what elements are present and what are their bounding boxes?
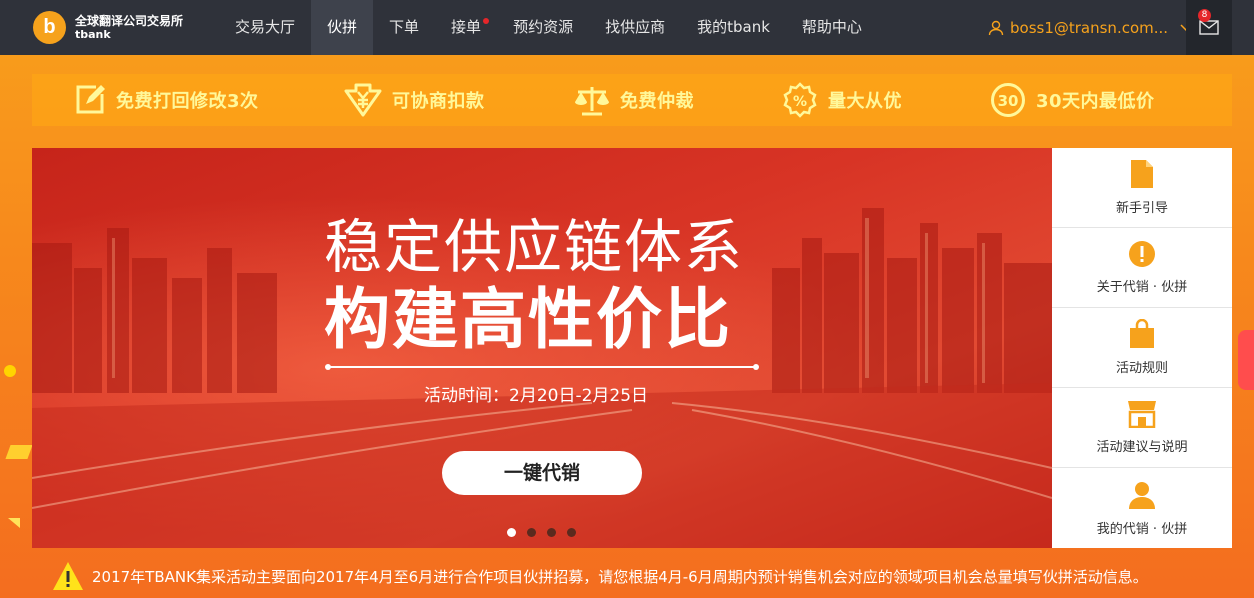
svg-text:%: % [793, 94, 807, 110]
yen-download-icon [344, 83, 382, 117]
confetti-decoration [5, 445, 33, 459]
notice-bar: 2017年TBANK集采活动主要面向2017年4月至6月进行合作项目伙拼招募，请… [52, 561, 1148, 591]
feature-label: 免费打回修改3次 [116, 91, 259, 112]
confetti-decoration [4, 365, 16, 377]
feature-label: 可协商扣款 [392, 91, 485, 112]
mail-button[interactable]: 8 [1186, 0, 1232, 55]
banner-subtitle: 构建高性价比 [324, 281, 732, 358]
feature-negotiable-deduction: 可协商扣款 [344, 82, 485, 118]
banner-divider [325, 364, 759, 370]
feature-free-arbitration: 免费仲裁 [574, 82, 694, 118]
notification-dot [483, 18, 490, 24]
features-strip: 免费打回修改3次 可协商扣款 免费仲裁 % 量大从优 30 30天内最低价 [32, 74, 1232, 126]
user-icon [1129, 481, 1155, 509]
banner-activity-time: 活动时间：2月20日-2月25日 [424, 386, 649, 406]
nav-item-help-center[interactable]: 帮助中心 [786, 0, 878, 55]
side-item-about[interactable]: 关于代销 · 伙拼 [1052, 228, 1232, 308]
logo-name-cn: 全球翻译公司交易所 [75, 13, 184, 28]
feature-free-revisions: 免费打回修改3次 [74, 82, 259, 118]
carousel-dots [507, 528, 587, 537]
main-nav: 交易大厅 伙拼 下单 接单 预约资源 找供应商 我的tbank 帮助中心 [219, 0, 878, 55]
notice-text: 2017年TBANK集采活动主要面向2017年4月至6月进行合作项目伙拼招募，请… [92, 567, 1148, 586]
nav-item-reserve-resources[interactable]: 预约资源 [497, 0, 589, 55]
nav-item-trading-hall[interactable]: 交易大厅 [219, 0, 311, 55]
feature-label: 量大从优 [828, 91, 902, 112]
percent-badge-icon: % [783, 82, 817, 118]
carousel-dot[interactable] [567, 528, 576, 537]
scale-icon [575, 87, 609, 116]
user-menu[interactable]: boss1@transn.com... [988, 0, 1200, 55]
nav-item-group-buy[interactable]: 伙拼 [311, 0, 374, 55]
logo[interactable]: b 全球翻译公司交易所 tbank [33, 11, 183, 44]
feature-lowest-price: 30 30天内最低价 [990, 82, 1155, 118]
nav-item-place-order[interactable]: 下单 [373, 0, 435, 55]
hero-banner: 稳定供应链体系 构建高性价比 活动时间：2月20日-2月25日 一键代销 [32, 148, 1052, 548]
edit-icon [76, 85, 105, 114]
storefront-icon [1128, 401, 1156, 428]
side-item-my-consignment[interactable]: 我的代销 · 伙拼 [1052, 468, 1232, 548]
side-item-rules[interactable]: 活动规则 [1052, 308, 1232, 388]
exclamation-circle-icon [1129, 241, 1155, 267]
feature-label: 30天内最低价 [1036, 91, 1155, 112]
document-icon [1131, 160, 1153, 188]
side-item-suggestions[interactable]: 活动建议与说明 [1052, 388, 1232, 468]
nav-item-my-tbank[interactable]: 我的tbank [681, 0, 786, 55]
thirty-circle-icon: 30 [991, 83, 1025, 117]
confetti-decoration [8, 518, 20, 528]
feature-label: 免费仲裁 [620, 91, 694, 112]
user-icon [988, 20, 1004, 35]
feature-volume-discount: % 量大从优 [782, 82, 902, 118]
side-item-beginner-guide[interactable]: 新手引导 [1052, 148, 1232, 228]
carousel-dot[interactable] [527, 528, 536, 537]
top-navbar: b 全球翻译公司交易所 tbank 交易大厅 伙拼 下单 接单 预约资源 找供应… [0, 0, 1254, 55]
logo-mark: b [33, 11, 66, 44]
confetti-decoration [1238, 330, 1254, 390]
nav-item-take-order[interactable]: 接单 [435, 0, 497, 55]
envelope-icon [1199, 20, 1219, 35]
side-menu: 新手引导 关于代销 · 伙拼 活动规则 活动建议与说明 我的代销 · 伙拼 [1052, 148, 1232, 548]
shopping-bag-icon [1130, 319, 1154, 348]
carousel-dot[interactable] [547, 528, 556, 537]
logo-name-en: tbank [75, 27, 111, 41]
nav-item-find-suppliers[interactable]: 找供应商 [589, 0, 681, 55]
user-email: boss1@transn.com... [1010, 18, 1169, 37]
mail-count-badge: 8 [1198, 9, 1211, 22]
warning-triangle-icon [53, 562, 83, 590]
carousel-dot[interactable] [507, 528, 516, 537]
one-click-consign-button[interactable]: 一键代销 [442, 451, 642, 495]
svg-text:30: 30 [998, 92, 1019, 110]
